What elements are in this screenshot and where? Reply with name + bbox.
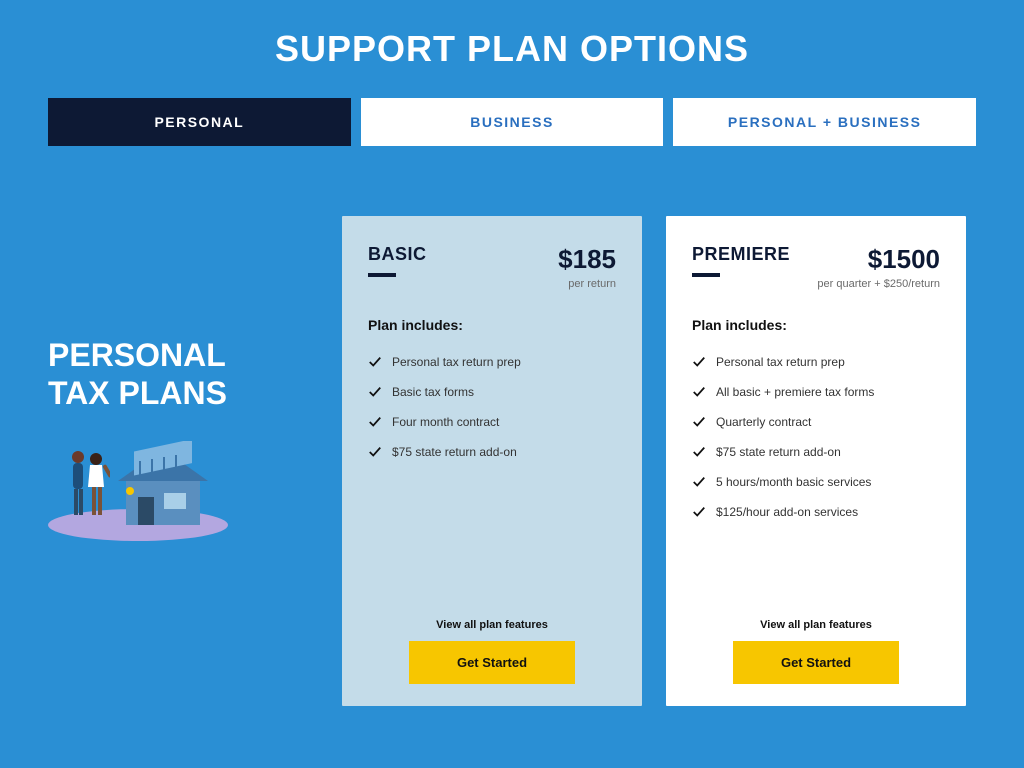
check-icon — [692, 385, 706, 399]
feature-text: $75 state return add-on — [716, 445, 841, 459]
plan-card-premiere: PREMIERE $1500 per quarter + $250/return… — [666, 216, 966, 706]
feature-item: All basic + premiere tax forms — [692, 377, 940, 407]
plan-card-basic: BASIC $185 per return Plan includes: Per… — [342, 216, 642, 706]
feature-text: All basic + premiere tax forms — [716, 385, 874, 399]
card-footer: View all plan features Get Started — [368, 599, 616, 684]
feature-list-basic: Personal tax return prep Basic tax forms F… — [368, 347, 616, 467]
feature-list-premiere: Personal tax return prep All basic + prem… — [692, 347, 940, 527]
house-icon — [108, 441, 218, 531]
view-all-link[interactable]: View all plan features — [692, 619, 940, 631]
check-icon — [692, 505, 706, 519]
tab-business[interactable]: BUSINESS — [361, 98, 664, 146]
feature-text: Personal tax return prep — [716, 355, 845, 369]
check-icon — [692, 475, 706, 489]
plan-price: $1500 — [817, 244, 940, 275]
card-header: PREMIERE $1500 per quarter + $250/return — [692, 244, 940, 291]
check-icon — [368, 385, 382, 399]
get-started-button[interactable]: Get Started — [733, 641, 899, 684]
feature-text: $75 state return add-on — [392, 445, 517, 459]
feature-text: Quarterly contract — [716, 415, 811, 429]
check-icon — [368, 445, 382, 459]
plan-name-underline — [692, 273, 720, 277]
plan-name-underline — [368, 273, 396, 277]
feature-text: 5 hours/month basic services — [716, 475, 871, 489]
feature-item: Four month contract — [368, 407, 616, 437]
left-column: PERSONAL TAX PLANS — [48, 216, 318, 541]
check-icon — [368, 415, 382, 429]
heading-line-2: TAX PLANS — [48, 375, 227, 411]
includes-label: Plan includes: — [368, 317, 616, 333]
heading-line-1: PERSONAL — [48, 337, 226, 373]
includes-label: Plan includes: — [692, 317, 940, 333]
check-icon — [692, 445, 706, 459]
feature-item: Personal tax return prep — [368, 347, 616, 377]
feature-text: Four month contract — [392, 415, 499, 429]
check-icon — [368, 355, 382, 369]
price-block: $185 per return — [558, 244, 616, 291]
tab-personal[interactable]: PERSONAL — [48, 98, 351, 146]
get-started-button[interactable]: Get Started — [409, 641, 575, 684]
page-title: SUPPORT PLAN OPTIONS — [0, 0, 1024, 70]
check-icon — [692, 415, 706, 429]
plan-price-sub: per quarter + $250/return — [817, 277, 940, 291]
illustration — [48, 431, 228, 541]
plan-cards: BASIC $185 per return Plan includes: Per… — [342, 216, 976, 706]
plan-name: PREMIERE — [692, 244, 790, 265]
feature-item: $125/hour add-on services — [692, 497, 940, 527]
plan-tabs: PERSONAL BUSINESS PERSONAL + BUSINESS — [48, 98, 976, 146]
feature-item: 5 hours/month basic services — [692, 467, 940, 497]
feature-text: Basic tax forms — [392, 385, 474, 399]
plan-price-sub: per return — [558, 277, 616, 291]
feature-item: Basic tax forms — [368, 377, 616, 407]
section-heading: PERSONAL TAX PLANS — [48, 336, 318, 413]
check-icon — [692, 355, 706, 369]
feature-text: Personal tax return prep — [392, 355, 521, 369]
content-row: PERSONAL TAX PLANS — [48, 216, 976, 706]
card-header: BASIC $185 per return — [368, 244, 616, 291]
feature-item: $75 state return add-on — [368, 437, 616, 467]
feature-item: Personal tax return prep — [692, 347, 940, 377]
feature-item: $75 state return add-on — [692, 437, 940, 467]
plan-name-block: BASIC — [368, 244, 427, 277]
card-footer: View all plan features Get Started — [692, 599, 940, 684]
plan-name-block: PREMIERE — [692, 244, 790, 277]
people-icon — [66, 447, 110, 527]
plan-name: BASIC — [368, 244, 427, 265]
tab-personal-business[interactable]: PERSONAL + BUSINESS — [673, 98, 976, 146]
price-block: $1500 per quarter + $250/return — [817, 244, 940, 291]
feature-item: Quarterly contract — [692, 407, 940, 437]
feature-text: $125/hour add-on services — [716, 505, 858, 519]
view-all-link[interactable]: View all plan features — [368, 619, 616, 631]
plan-price: $185 — [558, 244, 616, 275]
